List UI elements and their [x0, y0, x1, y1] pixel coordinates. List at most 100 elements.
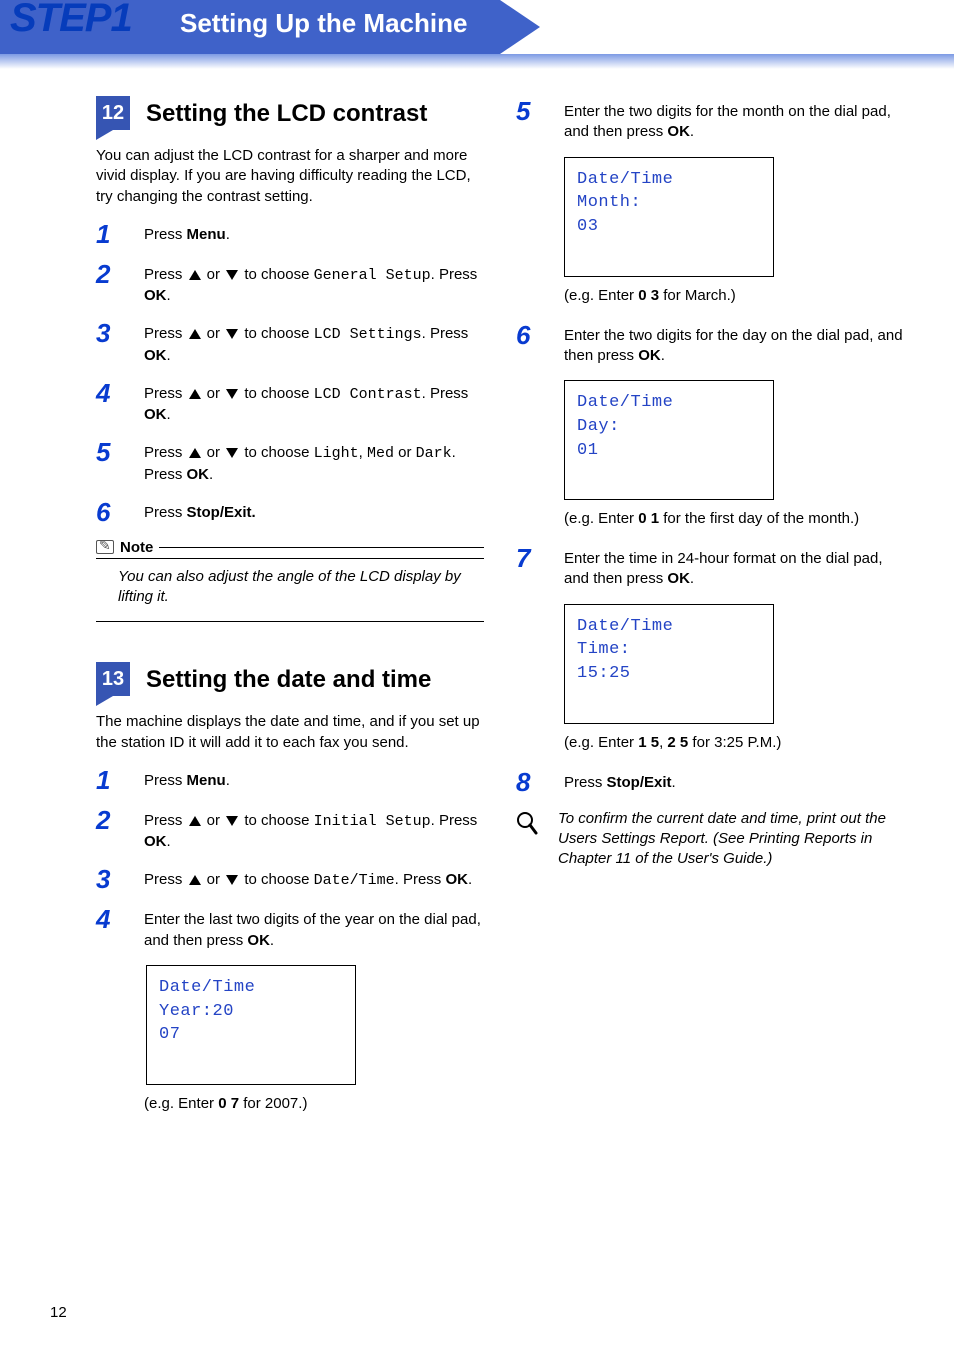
- text: Enter the time in 24-hour format on the …: [564, 550, 883, 587]
- up-arrow-icon: [189, 816, 201, 826]
- code-text: LCD Settings: [314, 326, 422, 343]
- bold-text: 1 5: [638, 734, 659, 751]
- note-icon: [96, 540, 114, 554]
- page-banner: STEP1 Setting Up the Machine: [0, 0, 954, 70]
- code-text: Light: [314, 445, 359, 462]
- s13-step2: 2 Press or to choose Initial Setup. Pres…: [96, 807, 484, 853]
- section-12-header: 12 Setting the LCD contrast: [96, 96, 484, 132]
- right-column: 5 Enter the two digits for the month on …: [516, 90, 904, 1130]
- text: Press: [564, 774, 607, 791]
- up-arrow-icon: [189, 875, 201, 885]
- step-number: 3: [96, 866, 126, 892]
- step-number: 2: [96, 261, 126, 307]
- text: or: [203, 444, 225, 461]
- step-number: 4: [96, 380, 126, 426]
- code-text: Dark: [416, 445, 452, 462]
- text: for 3:25 P.M.): [688, 734, 781, 751]
- step-number: 5: [516, 98, 546, 143]
- code-text: Date/Time: [314, 872, 395, 889]
- step-label: STEP1: [10, 0, 132, 41]
- bold-text: OK: [667, 123, 690, 140]
- text: .: [226, 226, 230, 243]
- step-number: 2: [96, 807, 126, 853]
- text: .: [209, 466, 213, 483]
- lcd-line: Date/Time: [577, 391, 761, 415]
- code-text: Initial Setup: [314, 813, 431, 830]
- s13-step8: 8 Press Stop/Exit.: [516, 769, 904, 795]
- lcd-line: Date/Time: [159, 976, 343, 1000]
- text: to choose: [240, 266, 313, 283]
- text: Press: [144, 504, 187, 521]
- down-arrow-icon: [226, 329, 238, 339]
- lcd-line: 01: [577, 439, 761, 463]
- note-block: Note You can also adjust the angle of th…: [96, 539, 484, 623]
- text: ,: [359, 444, 367, 461]
- step-number: 7: [516, 545, 546, 590]
- text: .: [690, 123, 694, 140]
- code-text: General Setup: [314, 267, 431, 284]
- bold-text: Menu: [187, 772, 226, 789]
- bold-text: Stop/Exit.: [187, 504, 256, 521]
- text: Enter the last two digits of the year on…: [144, 911, 481, 948]
- up-arrow-icon: [189, 329, 201, 339]
- bold-text: OK: [247, 932, 270, 949]
- section-12-title: Setting the LCD contrast: [146, 100, 427, 128]
- lcd-display-month: Date/Time Month: 03: [564, 157, 774, 277]
- bold-text: OK: [144, 287, 167, 304]
- s12-step1: 1 Press Menu.: [96, 221, 484, 247]
- note-label: Note: [120, 539, 153, 556]
- section-number-12: 12: [96, 96, 130, 130]
- up-arrow-icon: [189, 448, 201, 458]
- section-13-title: Setting the date and time: [146, 666, 431, 694]
- section-12-intro: You can adjust the LCD contrast for a sh…: [96, 146, 484, 207]
- lcd-display-year: Date/Time Year:20 07: [146, 965, 356, 1085]
- text: Press: [144, 266, 187, 283]
- lcd-line: Date/Time: [577, 168, 761, 192]
- lcd-line: 03: [577, 215, 761, 239]
- bold-text: OK: [638, 347, 661, 364]
- lcd-line: 15:25: [577, 662, 761, 686]
- text: Press: [144, 226, 187, 243]
- bold-text: 0 7: [218, 1095, 239, 1112]
- lcd-display-time: Date/Time Time: 15:25: [564, 604, 774, 724]
- s13-step7: 7 Enter the time in 24-hour format on th…: [516, 545, 904, 590]
- s12-step4: 4 Press or to choose LCD Contrast. Press…: [96, 380, 484, 426]
- text: .: [226, 772, 230, 789]
- lcd-line: 07: [159, 1023, 343, 1047]
- s13-step4: 4 Enter the last two digits of the year …: [96, 906, 484, 951]
- bold-text: Stop/Exit: [607, 774, 672, 791]
- s12-step2: 2 Press or to choose General Setup. Pres…: [96, 261, 484, 307]
- text: .: [672, 774, 676, 791]
- s12-step3: 3 Press or to choose LCD Settings. Press…: [96, 320, 484, 366]
- text: for March.): [659, 287, 736, 304]
- bold-text: OK: [187, 466, 210, 483]
- bold-text: 0 3: [638, 287, 659, 304]
- s12-step5: 5 Press or to choose Light, Med or Dark.…: [96, 439, 484, 485]
- s13-step6: 6 Enter the two digits for the day on th…: [516, 322, 904, 367]
- bold-text: Menu: [187, 226, 226, 243]
- text: .: [270, 932, 274, 949]
- example-day: (e.g. Enter 0 1 for the first day of the…: [564, 510, 904, 527]
- text: (e.g. Enter: [564, 734, 638, 751]
- down-arrow-icon: [226, 875, 238, 885]
- banner-title: Setting Up the Machine: [180, 8, 467, 39]
- text: .: [167, 287, 171, 304]
- text: .: [690, 570, 694, 587]
- text: or: [394, 444, 416, 461]
- up-arrow-icon: [189, 270, 201, 280]
- text: to choose: [240, 444, 313, 461]
- step-number: 5: [96, 439, 126, 485]
- section-13-intro: The machine displays the date and time, …: [96, 712, 484, 753]
- tip-text: To confirm the current date and time, pr…: [558, 809, 904, 870]
- lcd-line: Year:20: [159, 1000, 343, 1024]
- s13-step5: 5 Enter the two digits for the month on …: [516, 98, 904, 143]
- bold-text: 2 5: [667, 734, 688, 751]
- step-number: 1: [96, 767, 126, 793]
- step-number: 1: [96, 221, 126, 247]
- lcd-line: Time:: [577, 638, 761, 662]
- section-13-header: 13 Setting the date and time: [96, 662, 484, 698]
- step-number: 8: [516, 769, 546, 795]
- text: or: [203, 266, 225, 283]
- down-arrow-icon: [226, 270, 238, 280]
- down-arrow-icon: [226, 389, 238, 399]
